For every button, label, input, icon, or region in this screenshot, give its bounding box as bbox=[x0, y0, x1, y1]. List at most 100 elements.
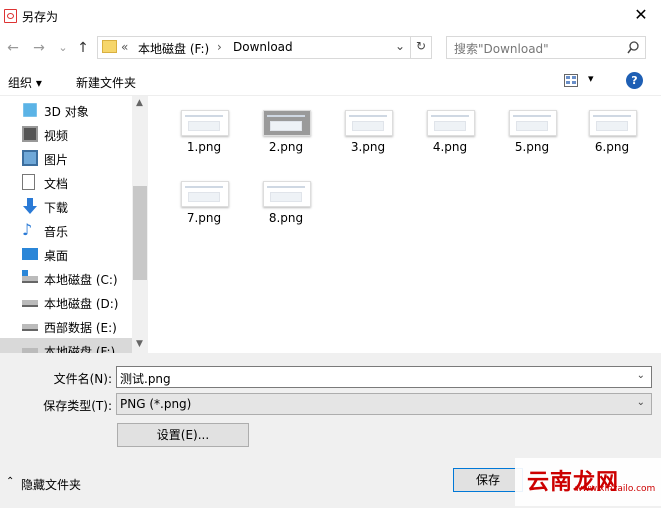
image-thumbnail bbox=[509, 110, 557, 136]
refresh-icon[interactable]: ↻ bbox=[416, 39, 426, 53]
sidebar-item-downloads[interactable]: 下载 bbox=[0, 194, 132, 218]
forward-button[interactable]: → bbox=[30, 40, 48, 58]
view-options-icon[interactable] bbox=[564, 74, 578, 87]
file-name: 4.png bbox=[432, 140, 468, 154]
sidebar-item-video[interactable]: 视频 bbox=[0, 122, 132, 146]
image-thumbnail bbox=[263, 110, 311, 136]
scroll-up-icon[interactable]: ▲ bbox=[136, 98, 143, 108]
drive-icon bbox=[22, 300, 38, 307]
sidebar-item-music[interactable]: ♪ 音乐 bbox=[0, 218, 132, 242]
desktop-icon bbox=[22, 248, 38, 260]
search-box[interactable]: 搜索"Download" bbox=[446, 36, 646, 59]
filename-input[interactable]: 测试.png ⌄ bbox=[116, 366, 652, 388]
file-name: 7.png bbox=[186, 211, 222, 225]
image-thumbnail bbox=[427, 110, 475, 136]
sidebar-item-documents[interactable]: 文档 bbox=[0, 170, 132, 194]
address-prefix: « bbox=[121, 40, 129, 54]
sidebar-item-drive-e[interactable]: 西部数据 (E:) bbox=[0, 314, 132, 338]
divider bbox=[410, 37, 411, 58]
3d-objects-icon bbox=[23, 103, 37, 117]
filetype-select[interactable]: PNG (*.png) ⌄ bbox=[116, 393, 652, 415]
address-bar[interactable]: « 本地磁盘 (F:) › Download ⌄ ↻ bbox=[97, 36, 432, 59]
crumb-folder[interactable]: Download bbox=[233, 40, 293, 54]
file-item[interactable]: 7.png bbox=[163, 173, 243, 237]
sidebar-item-label: 西部数据 (E:) bbox=[44, 321, 117, 335]
pictures-icon bbox=[22, 150, 38, 166]
chevron-up-icon[interactable]: ⌃ bbox=[6, 476, 14, 487]
close-button[interactable]: ✕ bbox=[630, 5, 652, 27]
file-item[interactable]: 6.png bbox=[571, 102, 651, 166]
sidebar-item-drive-d[interactable]: 本地磁盘 (D:) bbox=[0, 290, 132, 314]
up-button[interactable]: ↑ bbox=[74, 40, 92, 58]
new-folder-button[interactable]: 新建文件夹 bbox=[76, 74, 136, 91]
chevron-down-icon[interactable]: ⌄ bbox=[637, 370, 645, 381]
title-bar: 另存为 ✕ bbox=[0, 0, 661, 32]
sidebar-item-pictures[interactable]: 图片 bbox=[0, 146, 132, 170]
search-input[interactable]: 搜索"Download" bbox=[454, 40, 549, 57]
sidebar-item-label: 视频 bbox=[44, 129, 69, 143]
sidebar-item-label: 文档 bbox=[44, 177, 69, 191]
file-item[interactable]: 5.png bbox=[491, 102, 571, 166]
filetype-label: 保存类型(T): bbox=[43, 399, 112, 413]
sidebar-item-drive-f[interactable]: 本地磁盘 (F:) bbox=[0, 338, 132, 353]
file-item[interactable]: 2.png bbox=[245, 102, 325, 166]
help-icon[interactable]: ? bbox=[626, 72, 643, 89]
view-dropdown[interactable]: ▾ bbox=[588, 72, 594, 85]
crumb-separator: › bbox=[217, 40, 222, 54]
filename-label: 文件名(N): bbox=[53, 372, 112, 386]
sidebar-item-label: 本地磁盘 (F:) bbox=[44, 345, 116, 353]
sidebar-item-drive-c[interactable]: 本地磁盘 (C:) bbox=[0, 266, 132, 290]
file-name: 8.png bbox=[268, 211, 304, 225]
image-thumbnail bbox=[181, 181, 229, 207]
file-name: 3.png bbox=[350, 140, 386, 154]
image-thumbnail bbox=[181, 110, 229, 136]
sidebar-item-label: 3D 对象 bbox=[44, 105, 89, 119]
filetype-value: PNG (*.png) bbox=[120, 397, 192, 411]
organize-button[interactable]: 组织 ▾ bbox=[8, 74, 42, 91]
sidebar-item-3d-objects[interactable]: 3D 对象 bbox=[0, 98, 132, 122]
sidebar-item-label: 本地磁盘 (C:) bbox=[44, 273, 118, 287]
image-thumbnail bbox=[589, 110, 637, 136]
file-list: 1.png 2.png 3.png 4.png 5.png 6.png 7.pn… bbox=[149, 96, 661, 353]
sidebar-item-label: 桌面 bbox=[44, 249, 69, 263]
drive-icon bbox=[22, 276, 38, 283]
file-item[interactable]: 8.png bbox=[245, 173, 325, 237]
save-button[interactable]: 保存 bbox=[453, 468, 523, 492]
file-name: 2.png bbox=[268, 140, 304, 154]
image-thumbnail bbox=[263, 181, 311, 207]
file-name: 1.png bbox=[186, 140, 222, 154]
folder-icon bbox=[102, 40, 117, 53]
pdf-app-icon bbox=[4, 9, 17, 23]
chevron-down-icon[interactable]: ⌄ bbox=[637, 397, 645, 408]
command-bar: 组织 ▾ 新建文件夹 ▾ ? bbox=[0, 66, 661, 96]
search-icon[interactable] bbox=[627, 41, 640, 54]
file-item[interactable]: 1.png bbox=[163, 102, 243, 166]
file-item[interactable]: 4.png bbox=[409, 102, 489, 166]
navigation-pane: 3D 对象 视频 图片 文档 下载 ♪ 音乐 桌面 本地磁盘 (C:) 本地磁盘… bbox=[0, 96, 148, 353]
sidebar-item-desktop[interactable]: 桌面 bbox=[0, 242, 132, 266]
recent-dropdown[interactable]: ⌄ bbox=[54, 40, 72, 58]
scrollbar-thumb[interactable] bbox=[133, 186, 147, 280]
hide-folders-toggle[interactable]: 隐藏文件夹 bbox=[21, 476, 81, 493]
sidebar-item-label: 音乐 bbox=[44, 225, 69, 239]
download-icon bbox=[23, 198, 37, 214]
sidebar-item-label: 本地磁盘 (D:) bbox=[44, 297, 119, 311]
file-item[interactable]: 3.png bbox=[327, 102, 407, 166]
address-dropdown-icon[interactable]: ⌄ bbox=[395, 39, 405, 53]
filename-value: 测试.png bbox=[120, 372, 171, 386]
back-button[interactable]: ← bbox=[4, 40, 22, 58]
file-name: 5.png bbox=[514, 140, 550, 154]
sidebar-item-label: 下载 bbox=[44, 201, 69, 215]
drive-icon bbox=[22, 324, 38, 331]
watermark-url: www.xlhzailo.com bbox=[575, 484, 656, 494]
scroll-down-icon[interactable]: ▼ bbox=[136, 339, 143, 349]
sidebar-item-label: 图片 bbox=[44, 153, 69, 167]
image-thumbnail bbox=[345, 110, 393, 136]
windows-logo-icon bbox=[22, 270, 28, 276]
window-title: 另存为 bbox=[22, 10, 59, 24]
crumb-drive[interactable]: 本地磁盘 (F:) bbox=[138, 40, 209, 57]
settings-button[interactable]: 设置(E)... bbox=[117, 423, 249, 447]
video-icon bbox=[22, 126, 38, 142]
music-icon: ♪ bbox=[22, 220, 33, 239]
file-name: 6.png bbox=[594, 140, 630, 154]
